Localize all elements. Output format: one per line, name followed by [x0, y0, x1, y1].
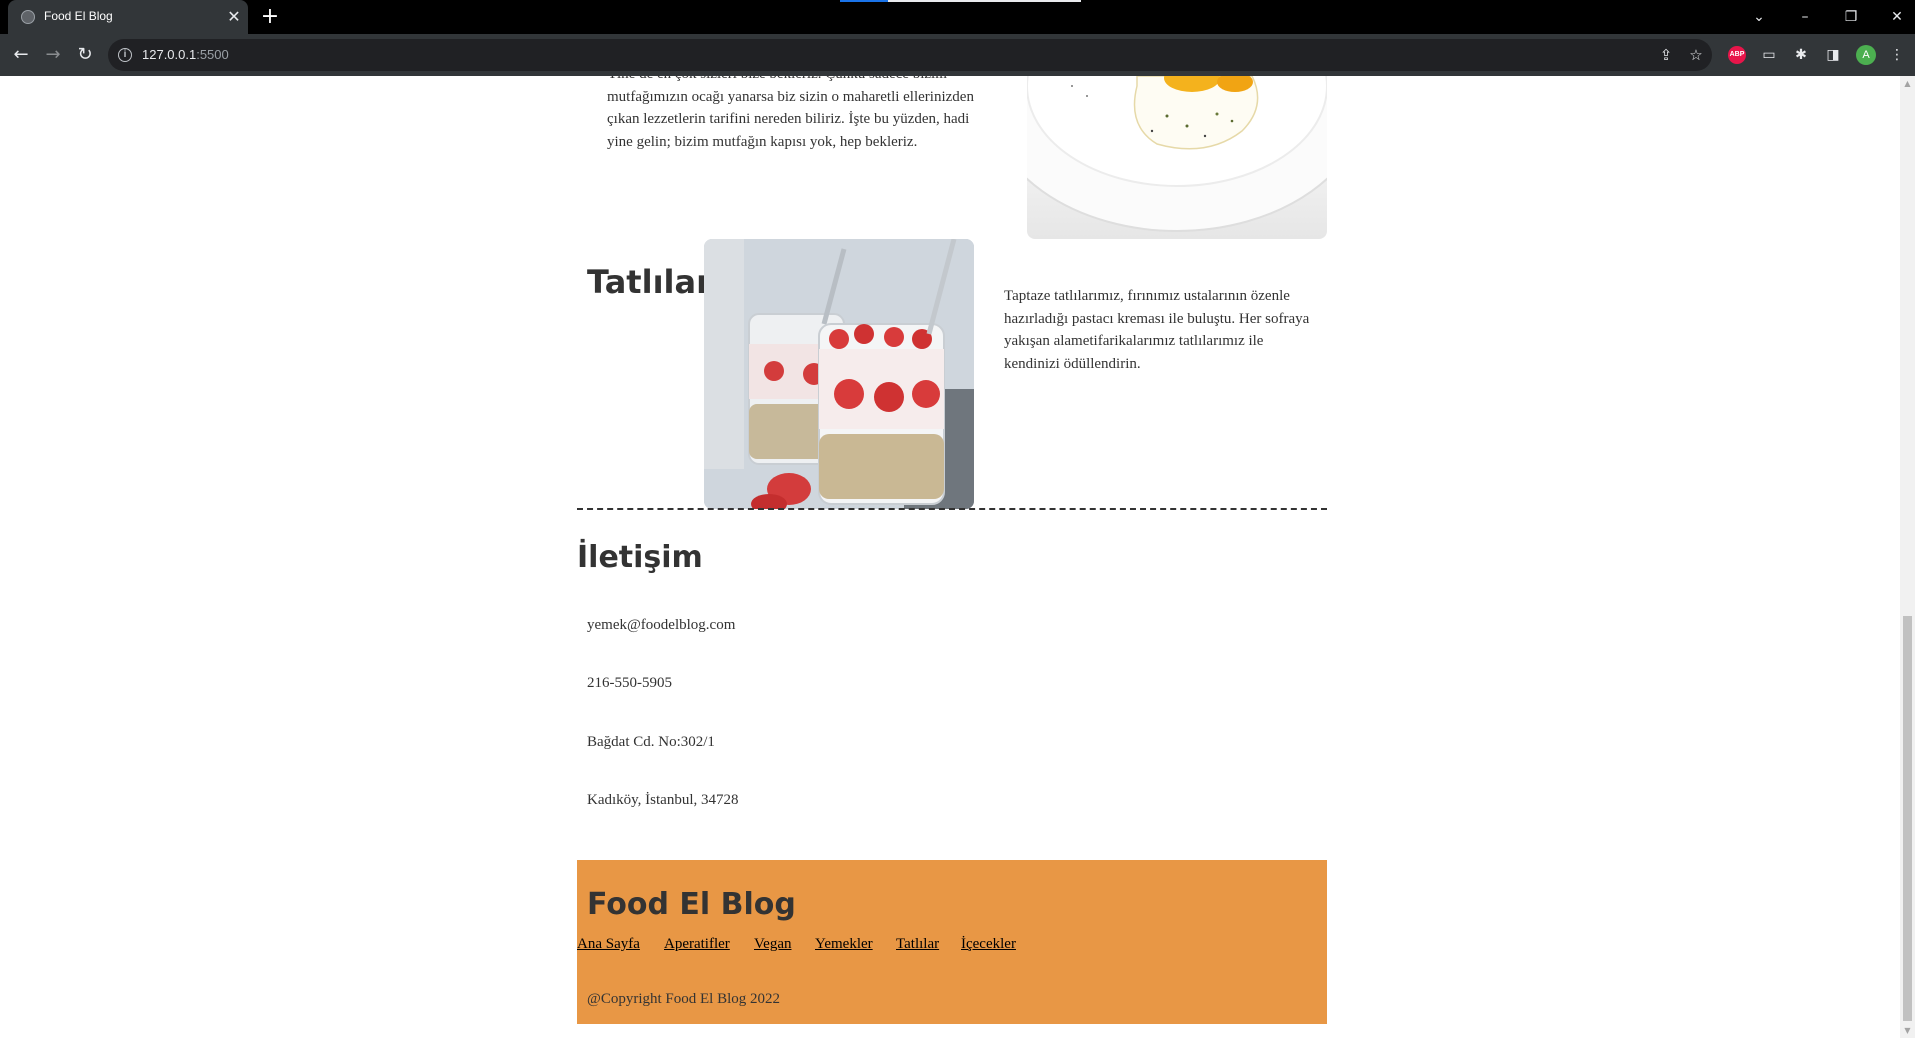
- close-tab-icon[interactable]: ✕: [224, 7, 244, 27]
- site-footer: Food El Blog Ana Sayfa Aperatifler Vegan…: [577, 860, 1327, 1024]
- media-control-icon[interactable]: ▭: [1758, 44, 1780, 66]
- egg-dish-illustration: [1027, 76, 1327, 232]
- footer-link-appetizers[interactable]: Aperatifler: [664, 936, 730, 953]
- url-host: 127.0.0.1: [142, 47, 197, 62]
- tab-title: Food El Blog: [44, 9, 113, 23]
- footer-link-meals[interactable]: Yemekler: [815, 936, 873, 953]
- footer-link-vegan[interactable]: Vegan: [754, 936, 792, 953]
- side-panel-icon[interactable]: ◨: [1822, 44, 1844, 66]
- url-port: :5500: [196, 47, 229, 62]
- globe-icon: [21, 10, 35, 24]
- close-window-icon[interactable]: ✕: [1884, 4, 1910, 30]
- desserts-description: Taptaze tatlılarımız, fırınımız ustaları…: [1004, 288, 1310, 372]
- contact-email: yemek@foodelblog.com: [587, 617, 736, 633]
- contact-address-line2: Kadıköy, İstanbul, 34728: [587, 792, 739, 808]
- share-icon[interactable]: ⇪: [1654, 43, 1678, 67]
- tab-strip: Food El Blog ✕ + ⌄ – ❐ ✕: [0, 0, 1915, 34]
- restore-icon[interactable]: ❐: [1838, 4, 1864, 30]
- vertical-scrollbar[interactable]: ▲ ▼: [1900, 76, 1915, 1038]
- reload-icon[interactable]: ↻: [73, 43, 97, 67]
- menu-icon[interactable]: ⋮: [1886, 44, 1908, 66]
- forward-icon[interactable]: →: [41, 43, 65, 67]
- scroll-down-arrow-icon[interactable]: ▼: [1900, 1023, 1915, 1038]
- tab-search-icon[interactable]: ⌄: [1746, 4, 1772, 30]
- back-icon[interactable]: ←: [9, 43, 33, 67]
- intro-paragraph: Yine de en çok sizleri bize bekleriz. Çü…: [607, 76, 974, 150]
- dessert-jars-illustration: [704, 239, 974, 509]
- contact-phone: 216-550-5905: [587, 675, 672, 691]
- url-text[interactable]: 127.0.0.1:5500: [142, 47, 229, 62]
- bookmark-star-icon[interactable]: ☆: [1684, 43, 1708, 67]
- loading-indicator-accent: [840, 0, 888, 2]
- section-divider: [577, 508, 1327, 510]
- address-bar[interactable]: i 127.0.0.1:5500 ⇪ ☆: [108, 39, 1712, 71]
- dessert-jars-image: [704, 239, 974, 509]
- profile-avatar[interactable]: A: [1856, 45, 1876, 65]
- page-viewport: Yine de en çok sizleri bize bekleriz. Çü…: [0, 76, 1915, 1038]
- browser-tab[interactable]: Food El Blog ✕: [8, 0, 248, 34]
- contact-address-line1: Bağdat Cd. No:302/1: [587, 734, 715, 750]
- new-tab-button[interactable]: +: [258, 6, 282, 28]
- extensions-icon[interactable]: ✱: [1790, 44, 1812, 66]
- footer-link-drinks[interactable]: İçecekler: [961, 936, 1016, 953]
- minimize-icon[interactable]: –: [1792, 4, 1818, 30]
- footer-title: Food El Blog: [587, 887, 796, 922]
- browser-toolbar: ← → ↻ i 127.0.0.1:5500 ⇪ ☆ ABP ▭ ✱ ◨ A ⋮: [0, 34, 1915, 76]
- contact-title: İletişim: [577, 540, 703, 575]
- scroll-up-arrow-icon[interactable]: ▲: [1900, 76, 1915, 91]
- scrollbar-thumb[interactable]: [1903, 616, 1912, 1021]
- egg-dish-image: [1027, 76, 1327, 239]
- desserts-title: Tatlılar: [587, 263, 712, 301]
- adblock-icon[interactable]: ABP: [1728, 46, 1746, 64]
- copyright-text: @Copyright Food El Blog 2022: [587, 991, 780, 1007]
- footer-link-home[interactable]: Ana Sayfa: [577, 936, 640, 953]
- footer-link-desserts[interactable]: Tatlılar: [896, 936, 939, 953]
- site-info-icon[interactable]: i: [118, 48, 132, 62]
